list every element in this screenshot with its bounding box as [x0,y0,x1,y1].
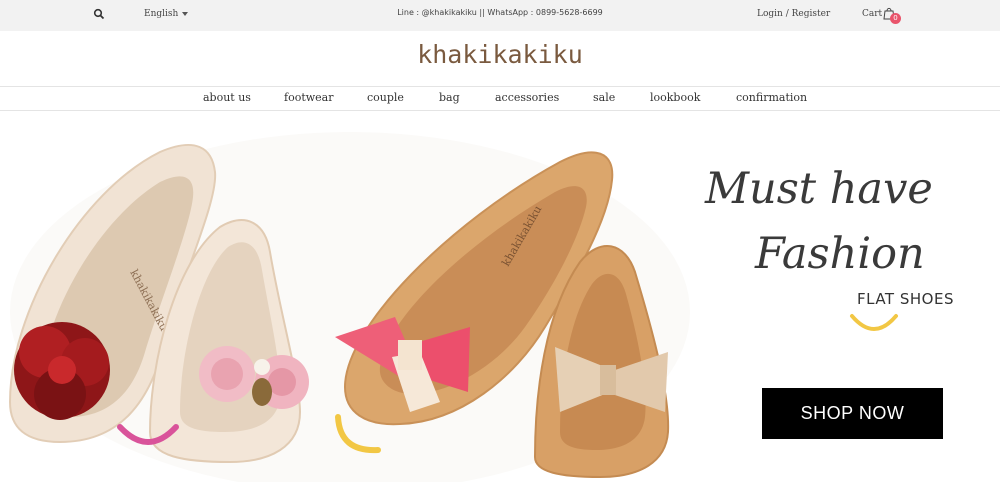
nav-item-about-us[interactable]: about us [203,91,251,104]
nav-item-couple[interactable]: couple [367,91,404,104]
brand-logo[interactable]: khakikakiku [0,40,1000,69]
nav-item-accessories[interactable]: accessories [495,91,559,104]
nav-item-lookbook[interactable]: lookbook [650,91,700,104]
hero-product-image: khakikakiku khakikakiku [8,132,690,482]
login-register-link[interactable]: Login / Register [757,9,830,19]
cart-count-badge: 0 [890,13,901,24]
main-nav: about us footwear couple bag accessories… [0,86,1000,111]
nav-item-confirmation[interactable]: confirmation [736,91,807,104]
yellow-arc-accent [850,314,898,331]
hero-banner[interactable]: khakikakiku khakikakiku Must have Fashio… [0,112,1000,482]
nav-item-footwear[interactable]: footwear [284,91,333,104]
nav-item-bag[interactable]: bag [439,91,460,104]
shop-now-button[interactable]: SHOP NOW [762,388,943,439]
hero-subheadline: FLAT SHOES [857,290,954,308]
hero-headline-line2: Fashion [755,229,925,279]
nav-item-sale[interactable]: sale [593,91,615,104]
hero-headline-line1: Must have [705,164,933,214]
top-utility-bar: English Line : @khakikakiku || WhatsApp … [0,0,1000,31]
cart-link[interactable]: Cart [862,9,882,19]
contact-info: Line : @khakikakiku || WhatsApp : 0899-5… [397,8,603,17]
